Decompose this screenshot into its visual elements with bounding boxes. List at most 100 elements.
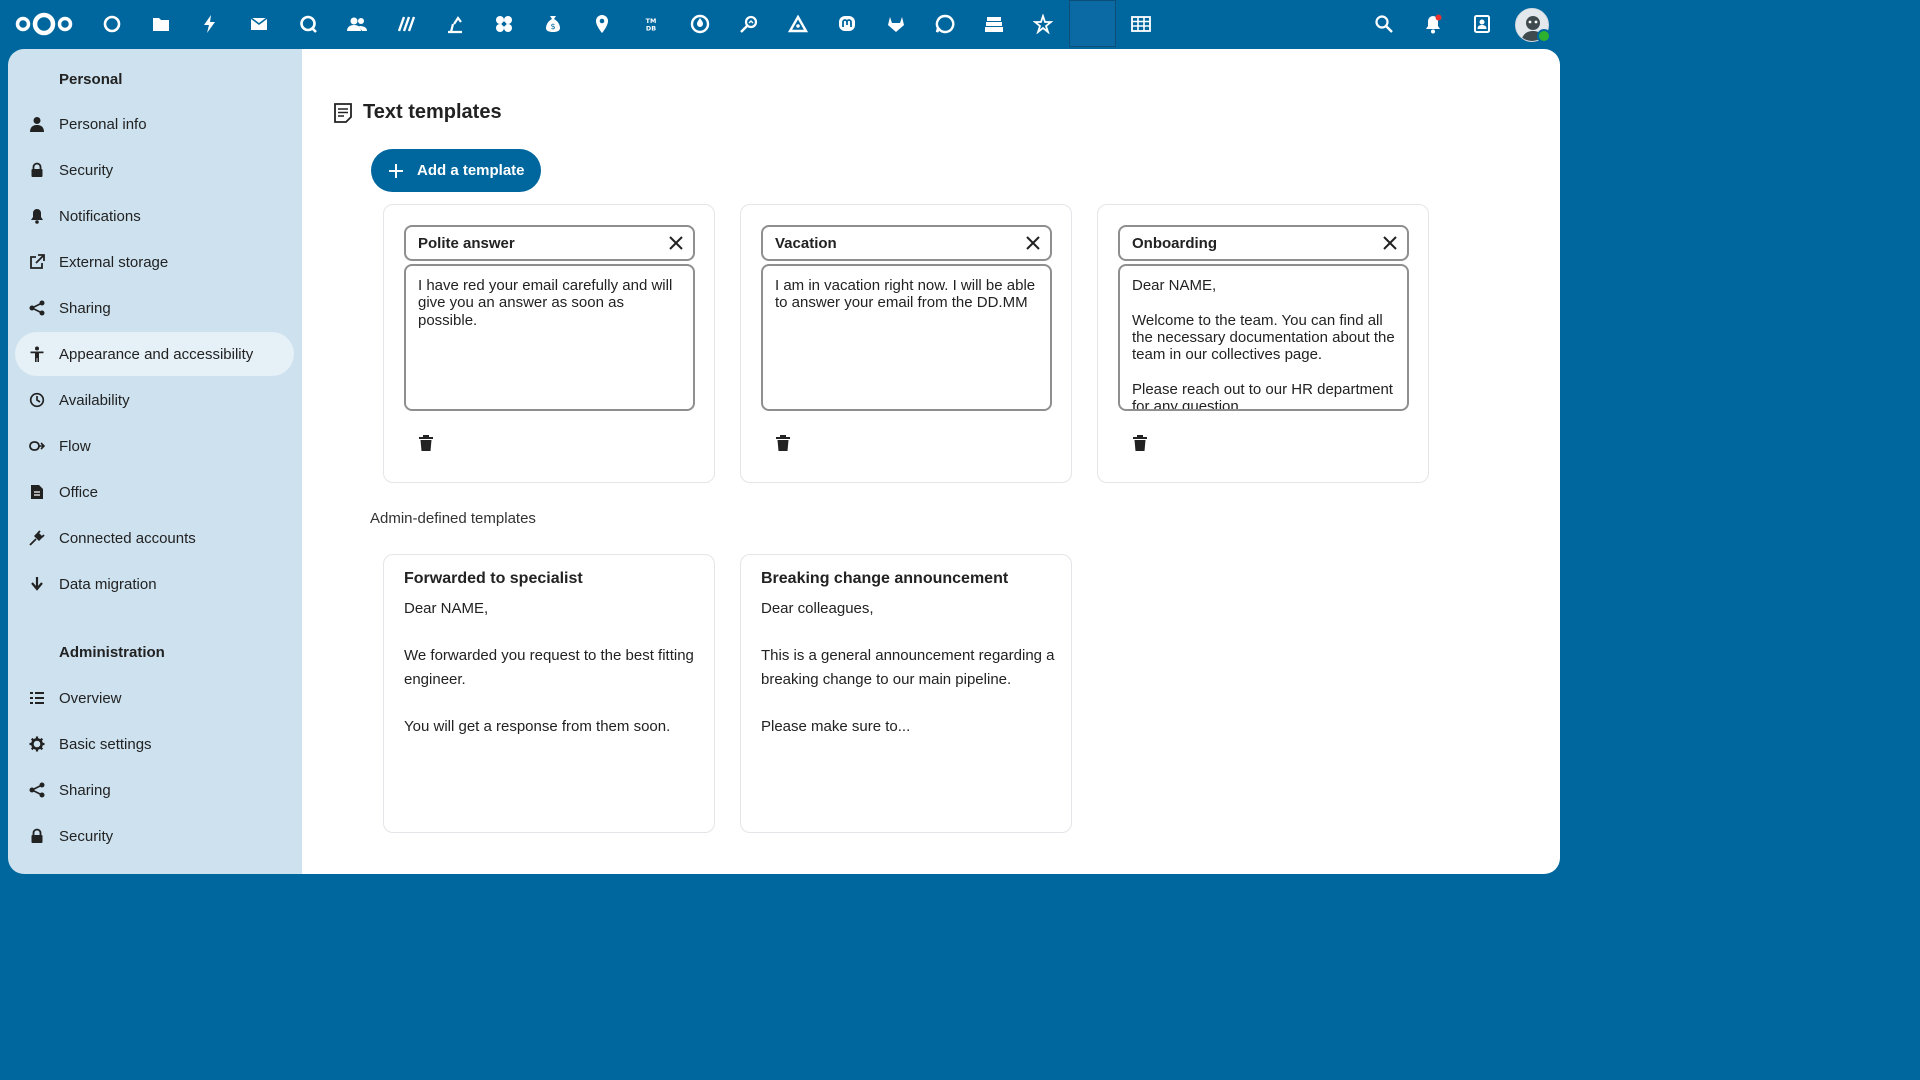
personal-section-title: Personal bbox=[59, 71, 123, 88]
sidebar-item-office[interactable]: Office bbox=[15, 470, 294, 514]
flow-icon bbox=[15, 424, 59, 468]
collectives-app-icon[interactable] bbox=[484, 4, 524, 44]
external-icon bbox=[15, 240, 59, 284]
delete-template-button[interactable] bbox=[1126, 429, 1154, 457]
maps-app-icon[interactable] bbox=[582, 4, 622, 44]
sidebar-item-label: Appearance and accessibility bbox=[59, 345, 254, 363]
sidebar-item-basic-settings[interactable]: Basic settings bbox=[15, 722, 294, 766]
sidebar-item-admin-security[interactable]: Security bbox=[15, 814, 294, 858]
template-title-input[interactable]: Onboarding bbox=[1118, 225, 1409, 261]
sidebar-item-personal-info[interactable]: Personal info bbox=[15, 102, 294, 146]
add-template-button[interactable]: Add a template bbox=[371, 149, 541, 192]
sidebar-item-label: Security bbox=[59, 161, 114, 179]
sidebar-item-appearance[interactable]: Appearance and accessibility bbox=[15, 332, 294, 376]
document-icon bbox=[15, 470, 59, 514]
sidebar-item-label: Sharing bbox=[59, 299, 111, 317]
nextcloud-logo[interactable] bbox=[14, 10, 74, 38]
delete-template-button[interactable] bbox=[412, 429, 440, 457]
accessibility-icon bbox=[15, 332, 59, 376]
cospend-money-app-icon[interactable]: $ bbox=[533, 4, 573, 44]
template-body-textarea[interactable]: I have red your email carefully and will… bbox=[404, 264, 695, 411]
mail-app-icon[interactable] bbox=[239, 4, 279, 44]
cospend-app-icon[interactable] bbox=[435, 4, 475, 44]
contacts-menu-icon[interactable] bbox=[1462, 4, 1502, 44]
sidebar-item-flow[interactable]: Flow bbox=[15, 424, 294, 468]
administration-section-title: Administration bbox=[59, 644, 165, 661]
add-template-label: Add a template bbox=[417, 162, 525, 179]
stack-app-icon[interactable] bbox=[974, 4, 1014, 44]
gitlab-app-icon[interactable] bbox=[876, 4, 916, 44]
trash-icon bbox=[419, 435, 433, 451]
sidebar-item-availability[interactable]: Availability bbox=[15, 378, 294, 422]
sidebar-item-label: Notifications bbox=[59, 207, 141, 225]
sidebar-item-label: Connected accounts bbox=[59, 529, 196, 547]
sidebar-item-notifications[interactable]: Notifications bbox=[15, 194, 294, 238]
sidebar-item-admin-sharing[interactable]: Sharing bbox=[15, 768, 294, 812]
admin-template-card: Breaking change announcement Dear collea… bbox=[740, 554, 1072, 833]
sidebar-item-label: Office bbox=[59, 483, 98, 501]
close-icon[interactable] bbox=[1381, 234, 1399, 252]
deck-app-icon[interactable] bbox=[386, 4, 426, 44]
main-content: Text templates Add a template Polite ans… bbox=[302, 49, 1560, 874]
close-icon[interactable] bbox=[1024, 234, 1042, 252]
notifications-bell-icon[interactable] bbox=[1413, 4, 1453, 44]
drop-app-icon[interactable] bbox=[680, 4, 720, 44]
files-app-icon[interactable] bbox=[141, 4, 181, 44]
plus-icon bbox=[389, 163, 403, 178]
sidebar-item-data-migration[interactable]: Data migration bbox=[15, 562, 294, 606]
top-bar: $ TM DB bbox=[0, 0, 1568, 49]
sidebar-item-label: Personal info bbox=[59, 115, 147, 133]
activity-app-icon[interactable] bbox=[190, 4, 230, 44]
discourse-app-icon[interactable] bbox=[925, 4, 965, 44]
template-body-textarea[interactable]: I am in vacation right now. I will be ab… bbox=[761, 264, 1052, 411]
admin-template-body: Dear NAME, We forwarded you request to t… bbox=[404, 600, 694, 735]
plug-icon bbox=[15, 516, 59, 560]
sidebar-item-label: Availability bbox=[59, 391, 130, 409]
sidebar-item-label: External storage bbox=[59, 253, 169, 271]
bell-icon bbox=[15, 194, 59, 238]
list-icon bbox=[15, 676, 59, 720]
contacts-app-icon[interactable] bbox=[337, 4, 377, 44]
active-app-slot[interactable] bbox=[1069, 0, 1116, 47]
page-title: Text templates bbox=[363, 101, 502, 123]
template-title-input[interactable]: Vacation bbox=[761, 225, 1052, 261]
text-template-icon bbox=[334, 102, 352, 123]
sidebar-item-label: Security bbox=[59, 827, 114, 845]
clock-icon bbox=[15, 378, 59, 422]
user-icon bbox=[15, 102, 59, 146]
template-card: Vacation I am in vacation right now. I w… bbox=[740, 204, 1072, 483]
sidebar-item-security[interactable]: Security bbox=[15, 148, 294, 192]
admin-template-title: Forwarded to specialist bbox=[404, 570, 583, 587]
template-card: Polite answer I have red your email care… bbox=[383, 204, 715, 483]
sidebar-item-connected-accounts[interactable]: Connected accounts bbox=[15, 516, 294, 560]
gear-icon bbox=[15, 722, 59, 766]
analytics-app-icon[interactable] bbox=[729, 4, 769, 44]
dashboard-app-icon[interactable] bbox=[92, 4, 132, 44]
sidebar-item-external-storage[interactable]: External storage bbox=[15, 240, 294, 284]
admin-templates-heading: Admin-defined templates bbox=[370, 510, 536, 527]
template-body-textarea[interactable]: Dear NAME, Welcome to the team. You can … bbox=[1118, 264, 1409, 411]
template-title-input[interactable]: Polite answer bbox=[404, 225, 695, 261]
download-icon bbox=[15, 562, 59, 606]
delta-app-icon[interactable] bbox=[778, 4, 818, 44]
tables-app-icon[interactable] bbox=[1121, 4, 1161, 44]
sidebar-item-overview[interactable]: Overview bbox=[15, 676, 294, 720]
search-icon[interactable] bbox=[1364, 4, 1404, 44]
star-app-icon[interactable] bbox=[1023, 4, 1063, 44]
online-status-indicator bbox=[1537, 29, 1551, 43]
trash-icon bbox=[1133, 435, 1147, 451]
lock-icon bbox=[15, 814, 59, 858]
template-card: Onboarding Dear NAME, Welcome to the tea… bbox=[1097, 204, 1429, 483]
admin-template-card: Forwarded to specialist Dear NAME, We fo… bbox=[383, 554, 715, 833]
svg-text:DB: DB bbox=[646, 25, 656, 32]
delete-template-button[interactable] bbox=[769, 429, 797, 457]
sidebar-item-label: Data migration bbox=[59, 575, 157, 593]
sidebar-item-label: Overview bbox=[59, 689, 122, 707]
tmdb-app-icon[interactable]: TM DB bbox=[631, 4, 671, 44]
talk-app-icon[interactable] bbox=[288, 4, 328, 44]
svg-text:TM: TM bbox=[646, 18, 657, 25]
mastodon-app-icon[interactable] bbox=[827, 4, 867, 44]
close-icon[interactable] bbox=[667, 234, 685, 252]
sidebar-item-sharing[interactable]: Sharing bbox=[15, 286, 294, 330]
lock-icon bbox=[15, 148, 59, 192]
